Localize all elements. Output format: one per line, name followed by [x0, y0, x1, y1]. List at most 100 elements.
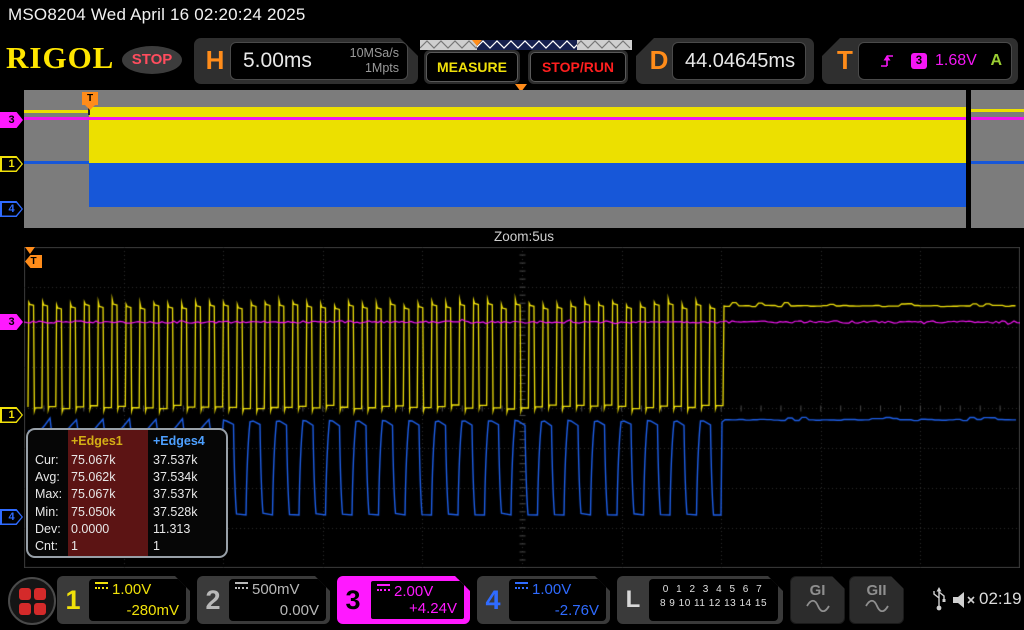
logic-channels-row2: 8 9 10 11 12 13 14 15: [649, 598, 778, 609]
dc-coupling-icon: [235, 582, 248, 593]
measure-button-shell: MEASURE: [424, 50, 520, 84]
rising-edge-trigger-icon: [879, 52, 896, 70]
delay-value: 44.04645ms: [685, 43, 795, 79]
h-label: H: [202, 45, 228, 76]
logic-label: L: [617, 576, 649, 624]
oscilloscope-screen: MSO8204 Wed April 16 02:20:24 2025 RIGOL…: [0, 0, 1024, 630]
waveform-overview-strip[interactable]: T: [24, 90, 1024, 228]
channel3-number: 3: [337, 576, 369, 624]
ch4-pre-line: [24, 161, 89, 164]
main-channel4-marker[interactable]: 4: [0, 509, 23, 525]
sample-rate: 10MSa/s: [350, 46, 399, 60]
main-channel1-marker[interactable]: 1: [0, 407, 23, 423]
channel2-box[interactable]: 2 500mV 0.00V: [197, 576, 330, 624]
measurement-col1-header: +Edges1: [68, 433, 149, 450]
main-trigger-position-icon[interactable]: [25, 247, 35, 254]
run-state-badge[interactable]: STOP: [122, 46, 182, 74]
strip-channel4-marker[interactable]: 4: [0, 201, 23, 217]
horizontal-timebase-block[interactable]: H 5.00ms 10MSa/s 1Mpts: [194, 38, 418, 84]
dc-coupling-icon: [515, 582, 528, 593]
stat-value: 75.050k: [68, 504, 149, 521]
stat-value: 37.534k: [150, 469, 225, 486]
trigger-mode-auto: A: [990, 52, 1002, 70]
measure-button[interactable]: MEASURE: [426, 52, 518, 82]
sine-wave-icon: [805, 599, 831, 612]
channel4-box[interactable]: 4 1.00V -2.76V: [477, 576, 610, 624]
strip-channel3-marker[interactable]: 3: [0, 112, 23, 128]
ch1-post-line: [971, 109, 1024, 112]
dc-coupling-icon: [377, 584, 390, 595]
trigger-source-badge: 3: [911, 53, 927, 69]
channel1-box[interactable]: 1 1.00V -280mV: [57, 576, 190, 624]
delay-block[interactable]: D 44.04645ms: [636, 38, 814, 84]
stat-value: 75.067k: [68, 452, 149, 469]
channel1-offset: -280mV: [126, 602, 179, 619]
stat-label: Avg:: [35, 469, 60, 486]
main-channel3-marker[interactable]: 3: [0, 314, 23, 330]
trigger-block[interactable]: T 3 1.68V A: [822, 38, 1018, 84]
timebase-value: 5.00ms: [243, 43, 312, 79]
stat-value: 37.528k: [150, 504, 225, 521]
strip-channel1-marker[interactable]: 1: [0, 156, 23, 172]
memory-position-bar[interactable]: [420, 37, 632, 51]
stop-run-button[interactable]: STOP/RUN: [530, 52, 626, 82]
usb-icon: [931, 586, 947, 612]
window-title: MSO8204 Wed April 16 02:20:24 2025: [8, 5, 306, 25]
memory-depth: 1Mpts: [365, 61, 399, 75]
generator2-label: GII: [866, 582, 886, 599]
channel2-scale: 500mV: [252, 581, 300, 598]
channel2-number: 2: [197, 576, 229, 624]
trigger-box[interactable]: 3 1.68V A: [858, 42, 1012, 80]
channel4-scale: 1.00V: [532, 581, 571, 598]
channel3-scale: 2.00V: [394, 583, 433, 600]
sine-wave-icon: [864, 599, 890, 612]
ch4-overview-band: [89, 163, 967, 207]
timebase-box[interactable]: 5.00ms 10MSa/s 1Mpts: [230, 42, 408, 80]
ch4-post-line: [971, 161, 1024, 164]
channel3-offset: +4.24V: [409, 600, 457, 617]
status-clock: 02:19: [979, 589, 1022, 609]
generator1-label: GI: [810, 582, 826, 599]
dc-coupling-icon: [95, 582, 108, 593]
stat-value: 37.537k: [150, 486, 225, 503]
stat-value: 37.537k: [150, 452, 225, 469]
channel2-offset: 0.00V: [280, 602, 319, 619]
channel4-offset: -2.76V: [555, 602, 599, 619]
channel3-box[interactable]: 3 2.00V +4.24V: [337, 576, 470, 624]
stat-label: Dev:: [35, 521, 61, 538]
stat-label: Min:: [35, 504, 59, 521]
logic-analyzer-box[interactable]: L 0 1 2 3 4 5 6 7 8 9 10 11 12 13 14 15: [617, 576, 783, 624]
generator2-button[interactable]: GII: [849, 576, 904, 624]
measurement-statistics-panel: +Edges1 +Edges4 Cur: 75.067k 37.537k Avg…: [26, 428, 228, 558]
stat-value: 11.313: [150, 521, 225, 538]
stat-label: Max:: [35, 486, 62, 503]
ch1-pre-line: [24, 110, 89, 113]
main-menu-button[interactable]: [8, 577, 56, 625]
logic-channels-row1: 0 1 2 3 4 5 6 7: [649, 584, 778, 595]
trigger-level-value: 1.68V: [935, 52, 977, 70]
zoom-scale-label: Zoom:5us: [24, 229, 1024, 244]
stoprun-button-shell: STOP/RUN: [528, 50, 628, 84]
stat-label: Cnt:: [35, 538, 58, 555]
rigol-logo: RIGOL: [6, 40, 114, 76]
delay-box[interactable]: 44.04645ms: [672, 42, 806, 80]
t-label: T: [832, 45, 858, 76]
stat-value: 75.067k: [68, 486, 149, 503]
channel1-scale: 1.00V: [112, 581, 151, 598]
ch3-overview-line: [24, 117, 1024, 120]
stat-value: 75.062k: [68, 469, 149, 486]
channel1-number: 1: [57, 576, 89, 624]
menu-grid-icon: [19, 588, 46, 615]
stat-value: 1: [150, 538, 225, 555]
zoom-window-indicator[interactable]: [966, 90, 971, 228]
stat-value: 0.0000: [68, 521, 149, 538]
speaker-muted-icon: [951, 590, 978, 610]
channel4-number: 4: [477, 576, 509, 624]
ch1-overview-band: [89, 107, 967, 163]
d-label: D: [646, 45, 672, 76]
measurement-col2-header: +Edges4: [150, 433, 225, 450]
stat-value: 1: [68, 538, 149, 555]
stat-label: Cur:: [35, 452, 59, 469]
strip-trigger-flag[interactable]: T: [82, 92, 98, 105]
generator1-button[interactable]: GI: [790, 576, 845, 624]
